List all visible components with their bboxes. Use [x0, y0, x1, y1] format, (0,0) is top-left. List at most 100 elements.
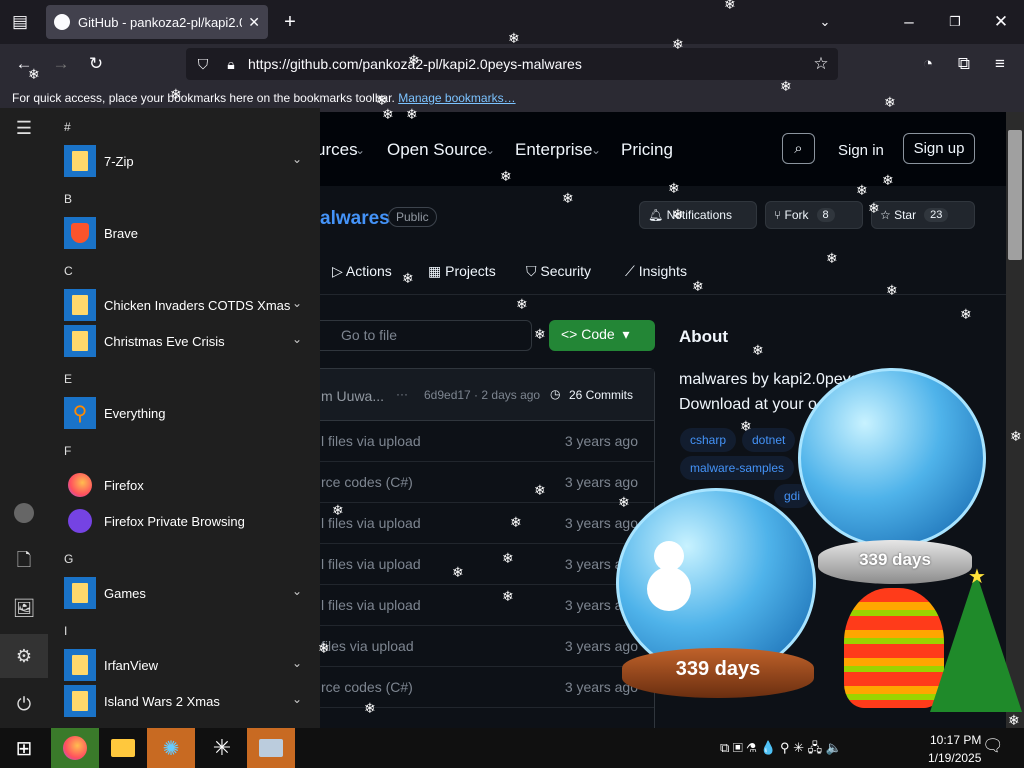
ellipsis-icon[interactable]: ···	[396, 387, 408, 401]
list-all-tabs-icon[interactable]: ⌄	[812, 10, 838, 34]
go-to-file-input[interactable]: Go to file	[320, 320, 532, 351]
section-header[interactable]: F	[64, 444, 71, 458]
fork-button[interactable]: ⑂ Fork 8	[765, 201, 863, 229]
magnifier-icon: ⚲	[64, 397, 96, 429]
globe-base-left: 339 days	[622, 648, 814, 698]
table-row[interactable]: l files via upload 3 years ago	[320, 421, 654, 462]
table-row[interactable]: l files via upload 3 years ago	[320, 544, 654, 585]
chevron-down-icon[interactable]: ⌄	[292, 332, 302, 346]
app-everything[interactable]: ⚲ Everything	[60, 396, 316, 430]
commits-link[interactable]: 26 Commits	[569, 388, 633, 402]
app-island-wars[interactable]: Island Wars 2 Xmas ⌄	[60, 684, 316, 718]
shield-icon[interactable]: ⛉	[190, 52, 216, 76]
nav-pricing[interactable]: Pricing	[621, 140, 673, 160]
sign-up-button[interactable]: Sign up	[903, 133, 975, 164]
windows-start-icon[interactable]: ⊞	[0, 728, 48, 768]
notifications-icon[interactable]: 🗨︎	[982, 736, 1004, 756]
snowflake-icon: ❄	[752, 342, 764, 358]
desktop-app-taskbar-icon[interactable]	[247, 728, 295, 768]
section-header[interactable]: E	[64, 372, 72, 386]
search-icon[interactable]: ⌕	[782, 133, 815, 164]
user-avatar-icon[interactable]	[0, 490, 48, 534]
app-brave[interactable]: Brave	[60, 216, 316, 250]
file-explorer-icon[interactable]	[99, 728, 147, 768]
hamburger-menu-icon[interactable]: ☰	[0, 106, 48, 150]
clock-date[interactable]: 1/19/2025	[928, 751, 981, 765]
clock-time[interactable]: 10:17 PM	[930, 733, 981, 747]
app-christmas-eve-crisis[interactable]: Christmas Eve Crisis ⌄	[60, 324, 316, 358]
table-row[interactable]: l files via upload 3 years ago	[320, 585, 654, 626]
power-icon[interactable]: ⏻	[0, 682, 48, 726]
snowflake-icon: ❄	[534, 326, 546, 342]
documents-icon[interactable]: 🗋	[0, 538, 48, 582]
snowflake-icon: ❄	[826, 250, 838, 266]
section-header[interactable]: B	[64, 192, 72, 206]
section-header[interactable]: C	[64, 264, 73, 278]
tab-projects[interactable]: ▦ Projects	[428, 263, 496, 280]
topic-tag[interactable]: malware-samples	[680, 456, 795, 480]
pictures-icon[interactable]: 🖼︎	[0, 586, 48, 630]
app-firefox[interactable]: Firefox	[60, 468, 316, 502]
chevron-down-icon[interactable]: ⌄	[292, 656, 302, 670]
chevron-down-icon[interactable]: ⌄	[292, 692, 302, 706]
snowflake-icon: ❄	[332, 502, 344, 518]
app-games[interactable]: Games ⌄	[60, 576, 316, 610]
section-header[interactable]: G	[64, 552, 73, 566]
app-chicken-invaders[interactable]: Chicken Invaders COTDS Xmas ⌄	[60, 288, 316, 322]
reload-icon[interactable]: ↻	[83, 52, 109, 76]
manage-bookmarks-link[interactable]: Manage bookmarks…	[398, 91, 515, 105]
minimize-icon[interactable]: –	[896, 10, 922, 34]
tab-insights[interactable]: ⟋ Insights	[625, 263, 687, 280]
chevron-down-icon[interactable]: ⌄	[292, 584, 302, 598]
play-icon: ▷	[332, 263, 346, 279]
table-row[interactable]: files via upload 3 years ago	[320, 626, 654, 667]
star-button[interactable]: ☆ Star 23	[871, 201, 975, 229]
app-taskbar-icon[interactable]: ✺	[147, 728, 195, 768]
menu-icon[interactable]: ≡	[987, 52, 1013, 76]
snowflake-icon: ❄	[500, 168, 512, 184]
firefox-taskbar-icon[interactable]	[51, 728, 99, 768]
snowflake-icon: ❄	[884, 94, 896, 110]
history-icon: ◷	[550, 387, 561, 401]
app-firefox-private[interactable]: Firefox Private Browsing	[60, 504, 316, 538]
app-irfanview[interactable]: IrfanView ⌄	[60, 648, 316, 682]
scrollbar-thumb[interactable]	[1008, 130, 1022, 260]
lock-icon[interactable]: 🔒︎	[218, 52, 244, 76]
snowflake-icon: ❄	[1010, 428, 1022, 444]
section-header[interactable]: #	[64, 120, 71, 134]
tab-security[interactable]: ⛉ Security	[526, 263, 591, 280]
close-window-icon[interactable]: ✕	[988, 10, 1014, 34]
tab-list-icon[interactable]: ▤	[7, 10, 33, 34]
chevron-down-icon[interactable]: ⌄	[292, 152, 302, 166]
account-icon[interactable]: ◔	[915, 52, 941, 76]
private-browsing-icon	[64, 505, 96, 537]
forward-icon[interactable]: →	[48, 52, 74, 76]
restore-icon[interactable]: ❐	[942, 10, 968, 34]
nav-enterprise[interactable]: Enterprise	[515, 140, 592, 160]
sign-in-link[interactable]: Sign in	[838, 142, 884, 159]
chevron-down-icon[interactable]: ⌄	[292, 296, 302, 310]
code-button[interactable]: <> Code ▾	[549, 320, 655, 351]
snowflake-icon: ❄	[672, 206, 684, 222]
commit-hash[interactable]: 6d9ed17 · 2 days ago	[424, 388, 540, 402]
table-row[interactable]: rce codes (C#) 3 years ago	[320, 462, 654, 503]
caret-down-icon: ▾	[614, 326, 630, 342]
section-header[interactable]: I	[64, 624, 67, 638]
new-tab-icon[interactable]: +	[277, 10, 303, 34]
topic-tag[interactable]: csharp	[680, 428, 737, 452]
extensions-icon[interactable]: ⧉	[951, 52, 977, 76]
nav-open-source[interactable]: Open Source	[387, 140, 487, 160]
close-tab-icon[interactable]: ✕	[248, 14, 260, 31]
bookmark-star-icon[interactable]: ☆	[808, 52, 834, 76]
nav-resources[interactable]: urces	[320, 140, 358, 160]
tab-actions[interactable]: ▷ Actions	[332, 263, 392, 280]
settings-gear-icon[interactable]: ⚙	[0, 634, 48, 678]
repo-name[interactable]: alwares	[320, 208, 390, 230]
snow-app-taskbar-icon[interactable]: ✳	[198, 728, 246, 768]
browser-tab[interactable]: GitHub - pankoza2-pl/kapi2.0p ✕	[46, 5, 268, 39]
app-7zip[interactable]: 7-Zip ⌄	[60, 144, 316, 178]
table-row[interactable]: l files via upload 3 years ago	[320, 503, 654, 544]
notifications-button[interactable]: 🔔︎ Notifications	[639, 201, 757, 229]
commit-author[interactable]: m Uuwa...	[321, 388, 384, 404]
tray-icons[interactable]: ⧉ ▣ ⚗ 💧 ⚲ ✳ 🖧 🔈	[720, 739, 842, 761]
